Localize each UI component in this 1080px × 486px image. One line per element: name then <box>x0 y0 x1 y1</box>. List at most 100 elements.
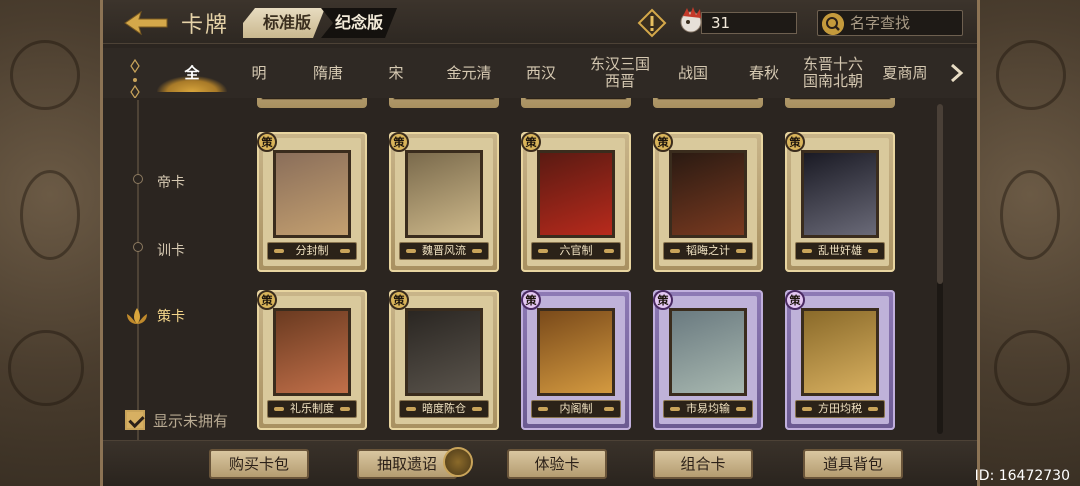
era-tab[interactable]: 明 <box>229 48 289 98</box>
category-dot <box>133 242 143 252</box>
strategy-badge-icon: 策 <box>521 132 541 152</box>
era-tab[interactable]: 春秋 <box>729 48 799 98</box>
memorial-version-tab[interactable]: 纪念版 <box>321 8 397 38</box>
show-unowned-label: 显示未拥有 <box>153 412 229 430</box>
warning-icon[interactable] <box>637 8 667 38</box>
card[interactable]: 六官制 策 <box>521 132 631 272</box>
name-ornament <box>736 249 746 253</box>
name-ornament <box>274 407 284 411</box>
category-strategy[interactable]: 策卡 <box>157 306 185 326</box>
card-inner: 礼乐制度 <box>263 296 361 424</box>
card[interactable]: 乱世奸雄 策 <box>785 132 895 272</box>
card-grid: 分封制策魏晋风流策六官制策韬晦之计策乱世奸雄策礼乐制度策暗度陈仓策内阁制策市易均… <box>253 98 933 438</box>
era-tab[interactable]: 东晋十六 国南北朝 <box>791 48 875 98</box>
strategy-badge-icon: 策 <box>389 132 409 152</box>
card-partial[interactable] <box>521 98 631 108</box>
lotus-icon <box>127 308 147 324</box>
name-ornament <box>868 249 878 253</box>
combo-card-button[interactable]: 组合卡 <box>653 449 753 479</box>
search-input[interactable] <box>850 13 960 33</box>
card-art <box>537 308 615 396</box>
version-toggle: 标准版 纪念版 <box>243 8 397 38</box>
strategy-badge-icon: 策 <box>257 132 277 152</box>
card[interactable]: 魏晋风流 策 <box>389 132 499 272</box>
name-ornament <box>868 407 878 411</box>
card-name: 六官制 <box>531 242 621 260</box>
era-tab[interactable]: 宋 <box>371 48 421 98</box>
name-ornament <box>670 407 680 411</box>
card-partial[interactable] <box>257 98 367 108</box>
dragon-pattern <box>996 40 1066 110</box>
strategy-badge-icon: 策 <box>521 290 541 310</box>
right-decor-panel <box>980 0 1080 486</box>
category-dot <box>133 174 143 184</box>
dragon-pattern <box>1000 170 1060 260</box>
card-art <box>273 308 351 396</box>
card[interactable]: 内阁制 策 <box>521 290 631 430</box>
name-ornament <box>670 249 680 253</box>
top-bar: 卡牌 标准版 纪念版 31 <box>103 0 977 44</box>
scrollbar-thumb[interactable] <box>937 104 943 284</box>
draw-edict-badge-icon <box>443 447 473 477</box>
card[interactable]: 礼乐制度 策 <box>257 290 367 430</box>
back-arrow-icon[interactable] <box>123 8 169 38</box>
era-tab[interactable]: 夏商周 <box>873 48 937 98</box>
card-name: 暗度陈仓 <box>399 400 489 418</box>
card-name: 魏晋风流 <box>399 242 489 260</box>
era-tab[interactable]: 西汉 <box>511 48 571 98</box>
dragon-pattern <box>20 170 80 260</box>
currency-value: 31 <box>711 14 731 32</box>
card-partial[interactable] <box>653 98 763 108</box>
card-inner: 市易均输 <box>659 296 757 424</box>
card-partial[interactable] <box>785 98 895 108</box>
card-inner: 乱世奸雄 <box>791 138 889 266</box>
card-name: 方田均税 <box>795 400 885 418</box>
card-name: 内阁制 <box>531 400 621 418</box>
card-name: 乱世奸雄 <box>795 242 885 260</box>
era-tab[interactable]: 金元清 <box>429 48 509 98</box>
category-rail <box>137 100 139 440</box>
card[interactable]: 暗度陈仓 策 <box>389 290 499 430</box>
card-art <box>801 150 879 238</box>
card-inner: 方田均税 <box>791 296 889 424</box>
item-bag-button[interactable]: 道具背包 <box>803 449 903 479</box>
card-inner: 暗度陈仓 <box>395 296 493 424</box>
card-name: 分封制 <box>267 242 357 260</box>
card-art <box>801 308 879 396</box>
name-ornament <box>340 407 350 411</box>
chevron-right-icon[interactable] <box>947 62 965 84</box>
name-ornament <box>604 249 614 253</box>
draw-edict-button[interactable]: 抽取遗诏 <box>357 449 457 479</box>
card-name-bar <box>393 98 495 100</box>
buy-pack-button[interactable]: 购买卡包 <box>209 449 309 479</box>
card-name-bar <box>789 98 891 100</box>
left-decor-panel <box>0 0 100 486</box>
standard-version-tab[interactable]: 标准版 <box>243 8 325 38</box>
card-name: 韬晦之计 <box>663 242 753 260</box>
name-ornament <box>406 249 416 253</box>
card-art <box>669 308 747 396</box>
era-tab[interactable]: 隋唐 <box>293 48 363 98</box>
era-tab[interactable]: 东汉三国 西晋 <box>575 48 665 98</box>
card[interactable]: 韬晦之计 策 <box>653 132 763 272</box>
card[interactable]: 分封制 策 <box>257 132 367 272</box>
currency-icon <box>680 7 702 33</box>
trial-card-button[interactable]: 体验卡 <box>507 449 607 479</box>
card-art <box>405 150 483 238</box>
category-training[interactable]: 训卡 <box>157 240 185 260</box>
show-unowned-checkbox[interactable] <box>125 410 145 430</box>
card[interactable]: 方田均税 策 <box>785 290 895 430</box>
name-ornament <box>538 249 548 253</box>
dragon-pattern <box>8 330 84 406</box>
era-tab[interactable]: 战国 <box>663 48 723 98</box>
era-tab[interactable]: 全 <box>157 48 227 98</box>
search-icon[interactable] <box>822 13 844 35</box>
category-emperor[interactable]: 帝卡 <box>157 172 185 192</box>
name-ornament <box>736 407 746 411</box>
strategy-badge-icon: 策 <box>257 290 277 310</box>
name-ornament <box>604 407 614 411</box>
card-name: 市易均输 <box>663 400 753 418</box>
card-partial[interactable] <box>389 98 499 108</box>
card[interactable]: 市易均输 策 <box>653 290 763 430</box>
name-ornament <box>406 407 416 411</box>
